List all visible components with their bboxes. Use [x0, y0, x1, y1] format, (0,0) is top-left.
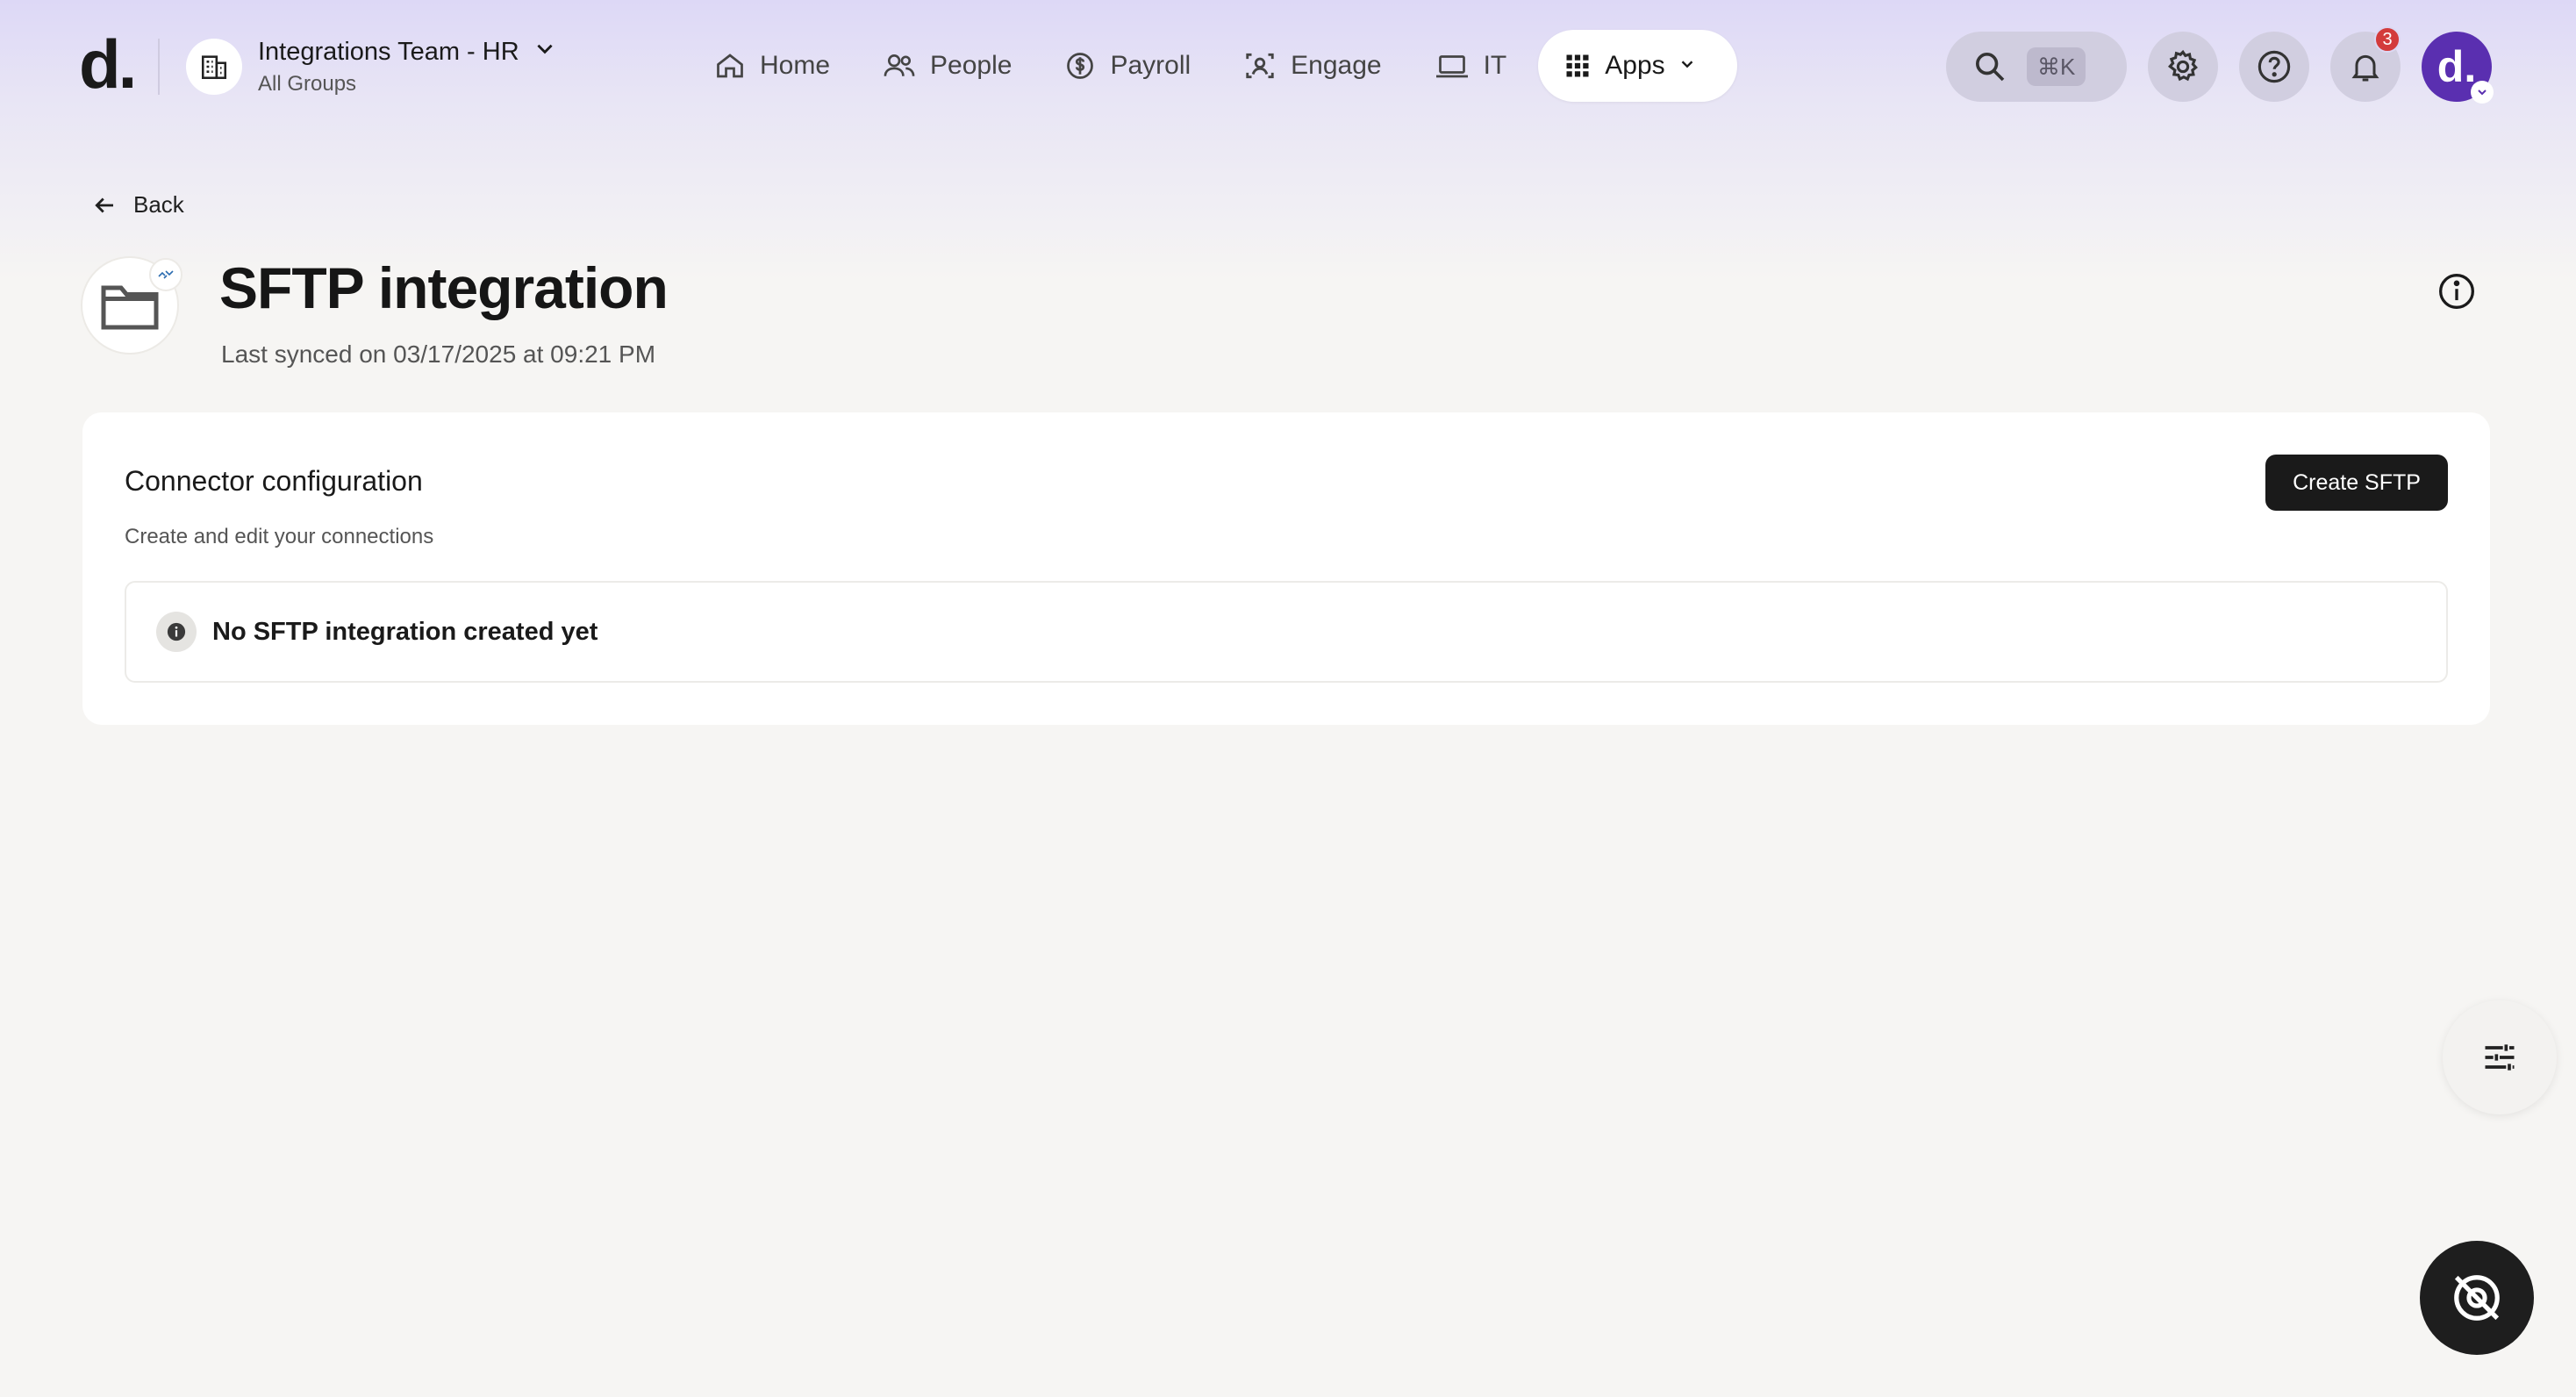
help-button[interactable] — [2239, 32, 2309, 102]
header-actions: ⌘K 3 d. — [1946, 26, 2494, 104]
laptop-icon — [1435, 55, 1468, 78]
display-settings-button[interactable] — [2443, 1000, 2557, 1114]
nav-item-payroll[interactable]: Payroll — [1043, 30, 1212, 102]
nav-label-apps: Apps — [1605, 51, 1665, 80]
avatar[interactable]: d. — [2422, 32, 2494, 104]
search-shortcut: ⌘K — [2027, 47, 2086, 86]
notifications-button[interactable]: 3 — [2330, 26, 2401, 102]
nav-label-it: IT — [1483, 51, 1507, 80]
logo-divider — [158, 39, 160, 95]
home-icon — [717, 54, 743, 78]
sync-badge-icon — [149, 258, 182, 291]
nav-label-engage: Engage — [1291, 51, 1382, 80]
nav-item-home[interactable]: Home — [693, 30, 851, 102]
card-subtitle: Create and edit your connections — [125, 525, 434, 548]
top-header: d. Integrations Team - HR All Groups Hom… — [0, 0, 2576, 133]
building-icon — [186, 39, 242, 95]
empty-state: No SFTP integration created yet — [125, 581, 2448, 683]
nav-item-it[interactable]: IT — [1413, 30, 1528, 102]
last-synced-text: Last synced on 03/17/2025 at 09:21 PM — [221, 340, 656, 368]
org-name-label: Integrations Team - HR — [258, 37, 519, 66]
chevron-down-icon — [2471, 81, 2494, 104]
nav-label-payroll: Payroll — [1110, 51, 1191, 80]
info-button[interactable] — [2436, 270, 2478, 312]
dollar-icon — [1067, 53, 1094, 79]
nav-label-people: People — [930, 51, 1013, 80]
integration-logo — [81, 256, 182, 355]
assistant-icon — [2454, 1275, 2500, 1321]
arrow-left-icon — [95, 197, 113, 212]
engage-icon — [1246, 53, 1274, 79]
connector-configuration-card: Connector configuration Create and edit … — [82, 412, 2490, 725]
info-icon — [156, 612, 197, 652]
nav-item-apps[interactable]: Apps — [1538, 30, 1737, 102]
help-icon — [2258, 50, 2291, 83]
search-icon — [1976, 53, 2005, 82]
folder-icon — [101, 285, 159, 330]
chevron-down-icon — [533, 37, 556, 67]
page-title: SFTP integration — [219, 255, 669, 320]
people-icon — [884, 54, 915, 76]
sliders-icon — [2485, 1044, 2515, 1071]
chevron-down-icon — [1678, 51, 1711, 81]
notification-badge: 3 — [2374, 26, 2401, 53]
nav-item-people[interactable]: People — [862, 30, 1033, 102]
app-logo[interactable]: d. — [79, 25, 137, 104]
gear-icon — [2167, 49, 2198, 82]
back-label: Back — [133, 191, 184, 218]
empty-state-message: No SFTP integration created yet — [212, 617, 598, 646]
nav-label-home: Home — [760, 51, 831, 80]
main-nav: Home People Payroll Engage IT Apps — [693, 30, 1748, 102]
back-link[interactable]: Back — [91, 191, 184, 219]
bell-icon — [2351, 54, 2379, 82]
info-icon — [2439, 274, 2474, 309]
org-name: Integrations Team - HR — [258, 37, 556, 67]
card-title: Connector configuration — [125, 465, 423, 497]
assistant-button[interactable] — [2420, 1241, 2534, 1355]
nav-item-engage[interactable]: Engage — [1222, 30, 1402, 102]
create-sftp-button[interactable]: Create SFTP — [2265, 455, 2448, 511]
apps-grid-icon — [1566, 54, 1589, 77]
avatar-initials: d. — [2436, 42, 2477, 91]
org-switcher[interactable]: Integrations Team - HR All Groups — [186, 32, 556, 102]
org-subtitle: All Groups — [258, 72, 357, 96]
settings-button[interactable] — [2148, 32, 2218, 102]
search-button[interactable]: ⌘K — [1946, 32, 2127, 102]
